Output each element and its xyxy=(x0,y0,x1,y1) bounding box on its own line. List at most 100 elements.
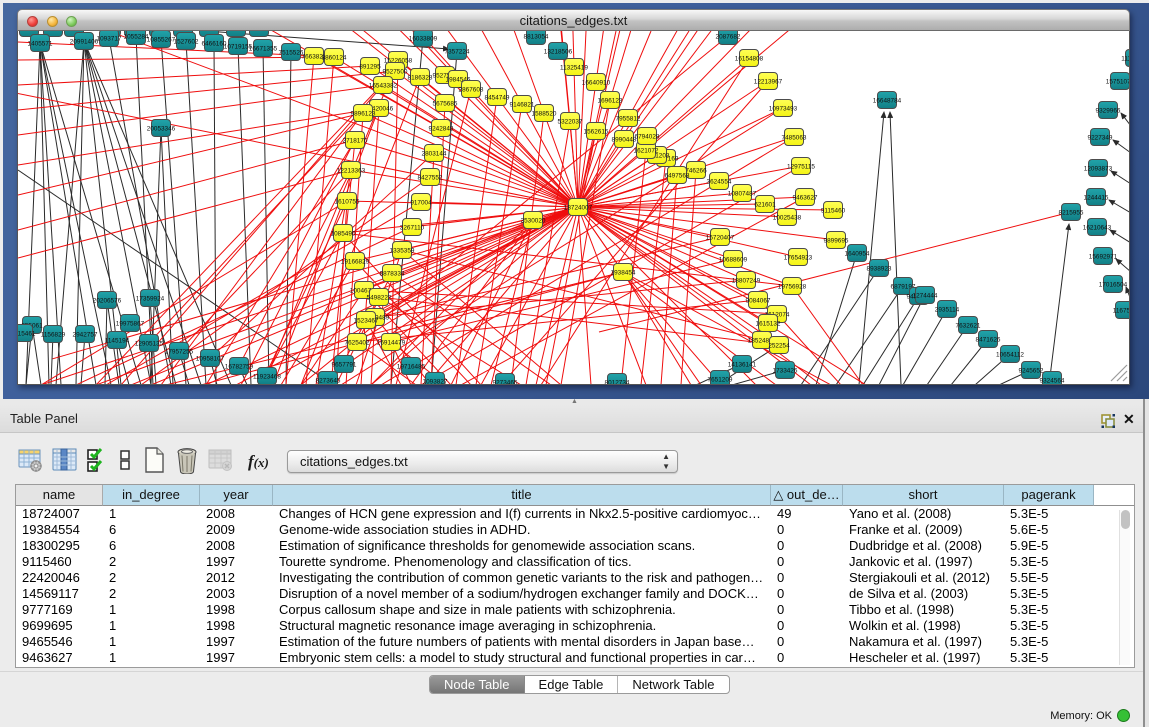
svg-text:1156829: 1156829 xyxy=(41,332,66,339)
svg-text:9657791: 9657791 xyxy=(332,362,357,369)
svg-text:1145194: 1145194 xyxy=(105,338,130,345)
svg-text:1244415: 1244415 xyxy=(1084,195,1109,202)
svg-text:7651209: 7651209 xyxy=(708,377,733,384)
svg-text:8860124: 8860124 xyxy=(322,55,347,62)
svg-text:8471626: 8471626 xyxy=(976,337,1001,344)
svg-text:9245652: 9245652 xyxy=(1019,368,1044,375)
svg-text:8813054: 8813054 xyxy=(524,34,549,41)
svg-text:16210643: 16210643 xyxy=(1083,225,1112,232)
svg-text:5498222: 5498222 xyxy=(367,295,392,302)
svg-text:12093873: 12093873 xyxy=(1084,166,1113,173)
svg-text:2942757: 2942757 xyxy=(73,332,98,339)
svg-text:11325419: 11325419 xyxy=(560,65,588,72)
svg-text:11121534: 11121534 xyxy=(1121,56,1130,63)
svg-text:11923468: 11923468 xyxy=(253,374,281,381)
svg-text:16648784: 16648784 xyxy=(873,98,902,105)
svg-text:1167533: 1167533 xyxy=(1113,308,1130,315)
svg-text:2867608: 2867608 xyxy=(459,87,484,94)
svg-text:17654923: 17654923 xyxy=(784,255,813,262)
svg-text:1085490: 1085490 xyxy=(331,231,356,238)
svg-text:1610755: 1610755 xyxy=(335,199,360,206)
svg-text:10855267: 10855267 xyxy=(147,37,176,44)
svg-text:17359924: 17359924 xyxy=(136,296,165,303)
svg-text:1405571: 1405571 xyxy=(28,41,53,48)
svg-text:8012734: 8012734 xyxy=(605,380,630,386)
svg-text:9324564: 9324564 xyxy=(1040,378,1065,385)
svg-text:10973493: 10973493 xyxy=(769,106,798,113)
svg-text:8427552: 8427552 xyxy=(418,175,443,182)
svg-text:1615132: 1615132 xyxy=(756,321,781,328)
svg-text:19975867: 19975867 xyxy=(116,321,145,328)
svg-text:16914479: 16914479 xyxy=(377,340,406,347)
svg-text:1274444: 1274444 xyxy=(913,293,938,300)
svg-text:14136141: 14136141 xyxy=(728,362,757,369)
svg-text:9899695: 9899695 xyxy=(824,238,849,245)
svg-text:9527500: 9527500 xyxy=(383,69,408,76)
svg-text:15692971: 15692971 xyxy=(1089,254,1118,261)
svg-text:2803144: 2803144 xyxy=(422,151,447,158)
svg-text:17957255: 17957255 xyxy=(165,349,194,356)
svg-text:2087682: 2087682 xyxy=(716,34,741,41)
svg-text:9242848: 9242848 xyxy=(429,126,454,133)
svg-text:9896123: 9896123 xyxy=(351,111,376,118)
svg-text:9329966: 9329966 xyxy=(1096,108,1121,115)
svg-text:1093717: 1093717 xyxy=(97,36,122,43)
svg-text:13218506: 13218506 xyxy=(544,49,573,56)
svg-text:8938923: 8938923 xyxy=(867,266,892,273)
svg-text:19756928: 19756928 xyxy=(778,284,807,291)
svg-text:12213363: 12213363 xyxy=(337,168,366,175)
svg-text:15720407: 15720407 xyxy=(706,235,735,242)
svg-text:7515526: 7515526 xyxy=(279,50,304,57)
svg-text:1733426: 1733426 xyxy=(773,368,798,375)
svg-text:7625402: 7625402 xyxy=(345,340,370,347)
svg-text:10807487: 10807487 xyxy=(728,191,757,198)
svg-text:19166829: 19166829 xyxy=(341,259,370,266)
svg-text:12905135: 12905135 xyxy=(135,341,164,348)
svg-text:20206576: 20206576 xyxy=(93,298,122,305)
svg-text:16543382: 16543382 xyxy=(369,83,398,90)
svg-text:1527602: 1527602 xyxy=(174,39,199,46)
svg-text:9146821: 9146821 xyxy=(510,102,535,109)
svg-text:3624554: 3624554 xyxy=(707,179,732,186)
svg-text:1588520: 1588520 xyxy=(532,111,557,118)
svg-text:16154808: 16154808 xyxy=(735,56,764,63)
svg-text:19716485: 19716485 xyxy=(397,364,426,371)
svg-text:1640954: 1640954 xyxy=(845,251,870,258)
svg-text:1093827: 1093827 xyxy=(423,379,448,386)
svg-text:10958107: 10958107 xyxy=(196,356,225,363)
svg-text:9227349: 9227349 xyxy=(1088,135,1113,142)
svg-text:1335359: 1335359 xyxy=(390,248,415,255)
svg-text:5675685: 5675685 xyxy=(433,101,458,108)
svg-text:20991406: 20991406 xyxy=(70,39,99,46)
svg-text:1621072: 1621072 xyxy=(634,148,659,155)
svg-text:1523467: 1523467 xyxy=(354,318,379,325)
svg-text:1055284: 1055284 xyxy=(124,34,149,41)
svg-text:10654112: 10654112 xyxy=(996,352,1024,359)
svg-text:10025438: 10025438 xyxy=(773,215,802,222)
svg-text:2935114: 2935114 xyxy=(935,307,960,314)
svg-text:3267110: 3267110 xyxy=(400,225,425,232)
svg-text:7632621: 7632621 xyxy=(956,323,981,330)
svg-text:8273645: 8273645 xyxy=(316,378,341,385)
svg-text:8215955: 8215955 xyxy=(1059,210,1084,217)
svg-text:16033809: 16033809 xyxy=(409,36,438,43)
svg-text:2530020: 2530020 xyxy=(521,218,546,225)
svg-text:10688609: 10688609 xyxy=(719,257,748,264)
svg-text:16671355: 16671355 xyxy=(249,46,278,53)
svg-text:917004: 917004 xyxy=(410,200,432,207)
svg-text:1562615: 1562615 xyxy=(584,129,609,136)
svg-text:7955812: 7955812 xyxy=(616,116,641,123)
svg-text:891295: 891295 xyxy=(359,64,381,71)
svg-text:252254: 252254 xyxy=(768,343,790,350)
svg-text:3915461: 3915461 xyxy=(18,331,36,338)
svg-text:12975115: 12975115 xyxy=(787,164,815,171)
svg-text:9273465: 9273465 xyxy=(493,380,518,386)
svg-text:8878334: 8878334 xyxy=(380,271,405,278)
svg-text:16782759: 16782759 xyxy=(225,364,254,371)
svg-text:9084067: 9084067 xyxy=(746,298,771,305)
svg-text:8186328: 8186328 xyxy=(408,75,433,82)
svg-text:8454749: 8454749 xyxy=(485,95,510,102)
svg-text:8990448: 8990448 xyxy=(612,137,637,144)
svg-text:18807249: 18807249 xyxy=(732,278,761,285)
svg-text:6794028: 6794028 xyxy=(635,134,660,141)
